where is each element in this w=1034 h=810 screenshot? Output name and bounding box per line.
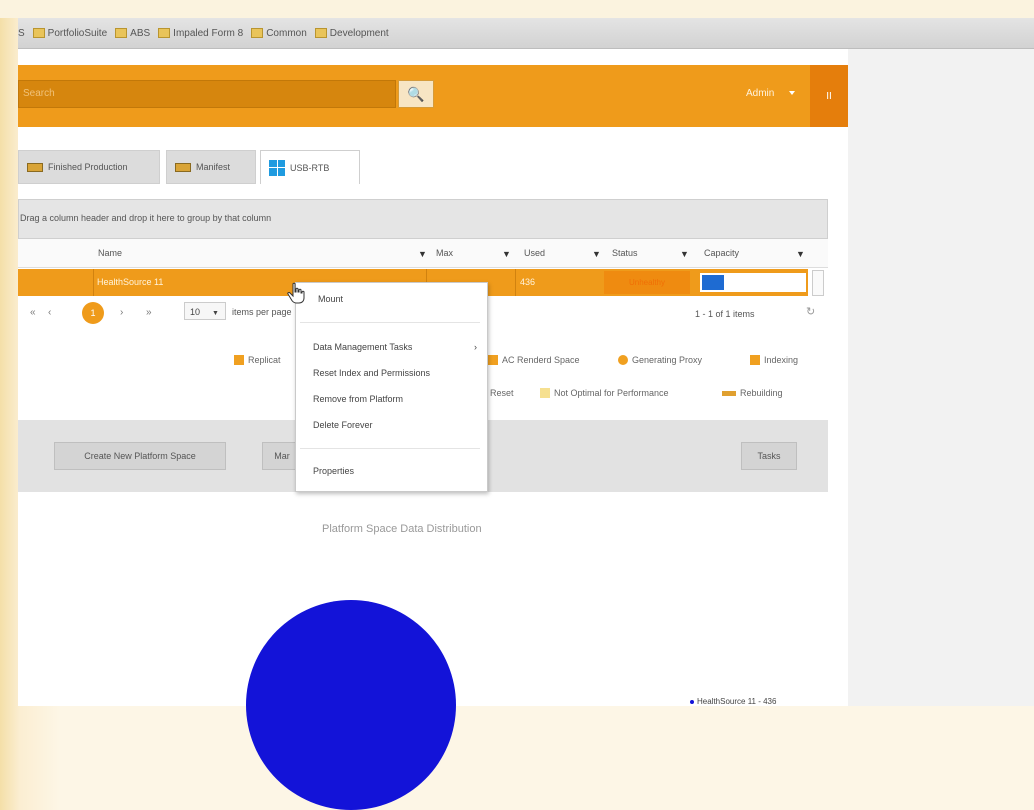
cell-name: HealthSource 11 — [97, 277, 164, 287]
tab-finished-production[interactable]: Finished Production — [18, 150, 160, 184]
storage-icon — [175, 162, 191, 172]
search-input[interactable]: Search — [18, 80, 396, 108]
legend-item: AC Renderd Space — [488, 355, 580, 365]
group-hint: Drag a column header and drop it here to… — [20, 213, 272, 223]
cell-divider — [93, 269, 94, 296]
column-name[interactable]: Name — [98, 248, 122, 258]
menu-item-reset-index[interactable]: Reset Index and Permissions — [313, 368, 430, 378]
folder-icon — [314, 28, 327, 38]
storage-icon — [27, 162, 43, 172]
window-glow — [0, 0, 1034, 18]
swatch — [488, 355, 498, 365]
filter-icon[interactable]: ▼ — [592, 249, 601, 259]
bookmark-impaled[interactable]: Impaled Form 8 — [158, 28, 243, 39]
menu-separator — [300, 322, 480, 323]
scrollbar[interactable] — [812, 270, 824, 296]
pager-next[interactable]: › — [120, 307, 123, 318]
cell-status: Unhealthy — [604, 271, 690, 294]
menu-item-properties[interactable]: Properties — [313, 466, 354, 476]
cell-divider — [515, 269, 516, 296]
user-menu[interactable]: Admin — [746, 88, 774, 99]
pie-slice[interactable] — [246, 600, 456, 810]
folder-icon — [251, 28, 264, 38]
items-count: 1 - 1 of 1 items — [695, 309, 755, 319]
legend-item: Not Optimal for Performance — [540, 388, 669, 398]
tab-usb-rtb[interactable]: USB-RTB — [260, 150, 360, 184]
swatch — [722, 390, 736, 396]
search-button[interactable]: 🔍 — [398, 80, 434, 108]
bookmark-prefix: S — [18, 27, 25, 39]
context-menu — [295, 282, 488, 492]
hand-cursor-icon — [287, 282, 305, 304]
menu-item-mount[interactable]: Mount — [318, 294, 343, 304]
windows-icon — [269, 159, 285, 176]
page-gutter — [848, 49, 1034, 706]
column-used[interactable]: Used — [524, 248, 545, 258]
bookmark-abs[interactable]: ABS — [115, 28, 150, 39]
pager-prev[interactable]: ‹ — [48, 307, 51, 318]
swatch — [750, 355, 760, 365]
bookmarks-bar: S PortfolioSuite ABS Impaled Form 8 Comm… — [18, 18, 1034, 49]
folder-icon — [32, 28, 45, 38]
bookmark-common[interactable]: Common — [251, 28, 307, 39]
menu-item-remove-from-platform[interactable]: Remove from Platform — [313, 394, 403, 404]
legend-item: Replicat — [234, 355, 281, 365]
legend-item: Indexing — [750, 355, 798, 365]
swatch — [618, 355, 628, 365]
items-per-page-label: items per page — [232, 307, 292, 317]
filter-icon[interactable]: ▼ — [680, 249, 689, 259]
bookmark-portfoliosuite[interactable]: PortfolioSuite — [32, 28, 107, 39]
menu-item-data-management-tasks[interactable]: Data Management Tasks — [313, 342, 412, 352]
page-size-select[interactable]: 10 ▼ — [184, 302, 226, 320]
search-icon: 🔍 — [407, 85, 425, 102]
pager-first[interactable]: « — [30, 307, 36, 318]
legend-item: Reset — [490, 388, 514, 398]
column-status[interactable]: Status — [612, 248, 638, 258]
folder-icon — [158, 28, 171, 38]
tasks-button[interactable]: Tasks — [741, 442, 797, 470]
chart-title: Platform Space Data Distribution — [322, 523, 482, 535]
filter-icon[interactable]: ▼ — [502, 249, 511, 259]
legend-dot — [690, 699, 694, 704]
chevron-down-icon — [789, 91, 795, 95]
cell-used: 436 — [520, 277, 536, 287]
refresh-icon[interactable]: ↻ — [806, 305, 815, 318]
chevron-right-icon: › — [474, 342, 477, 352]
swatch — [234, 355, 244, 365]
capacity-bar-fill — [702, 275, 724, 290]
folder-icon — [115, 28, 128, 38]
column-max[interactable]: Max — [436, 248, 453, 258]
tab-manifest[interactable]: Manifest — [166, 150, 256, 184]
menu-item-delete-forever[interactable]: Delete Forever — [313, 420, 373, 430]
column-capacity[interactable]: Capacity — [704, 248, 739, 258]
pager-page-current[interactable]: 1 — [82, 302, 104, 324]
header-badge[interactable]: II — [810, 65, 848, 127]
pager-last[interactable]: » — [146, 307, 152, 318]
filter-icon[interactable]: ▼ — [796, 249, 805, 259]
swatch — [540, 388, 550, 398]
legend-item: Rebuilding — [722, 388, 783, 398]
create-platform-space-button[interactable]: Create New Platform Space — [54, 442, 226, 470]
filter-icon[interactable]: ▼ — [418, 249, 427, 259]
bookmark-development[interactable]: Development — [314, 28, 389, 39]
legend-item: Generating Proxy — [618, 355, 702, 365]
chart-legend-item: HealthSource 11 - 436 — [690, 697, 776, 706]
menu-separator — [300, 448, 480, 449]
